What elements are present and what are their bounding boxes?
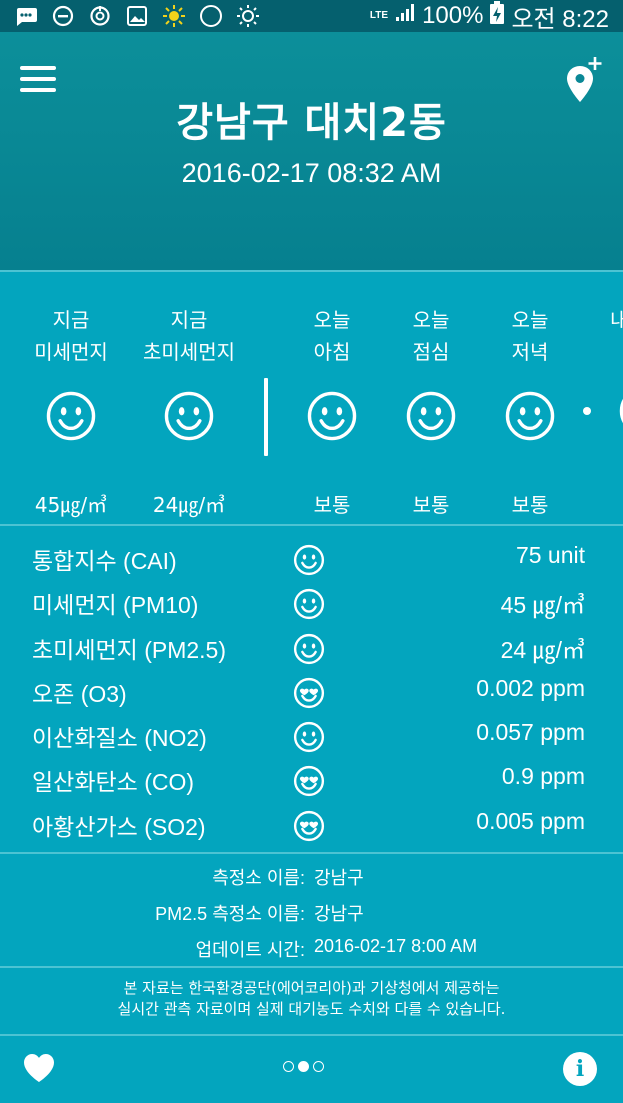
forecast-item: 지금 미세먼지 45㎍/㎥ <box>11 304 131 517</box>
notice-line-1: 본 자료는 한국환경공단(에어코리아)과 기상청에서 제공하는 <box>123 979 500 997</box>
forecast-strip[interactable]: 지금 미세먼지 45㎍/㎥ 지금 초미세먼지 24㎍/㎥ 오늘 아침 보통 오늘… <box>0 270 623 526</box>
hamburger-icon <box>20 66 56 70</box>
status-time: 오전 8:22 <box>511 5 609 33</box>
pollutant-value: 75 unit <box>515 542 585 568</box>
pollutant-row-o3: 오존 (O3) 0.002 ppm <box>0 669 623 713</box>
pollutant-name: 통합지수 (CAI) <box>32 548 177 574</box>
forecast-label-1: 지금 <box>170 308 208 332</box>
pollutant-value: 0.9 ppm <box>501 763 585 790</box>
forecast-item: 오늘 저녁 보통 <box>470 304 590 517</box>
battery-percent: 100% <box>422 2 484 29</box>
battery-charging-icon <box>489 0 505 32</box>
location-datetime: 2016-02-17 08:32 AM <box>181 158 442 188</box>
pollutant-name: 일산화탄소 (CO) <box>32 769 195 796</box>
update-time-row: 업데이트 시간: 2016-02-17 8:00 AM <box>0 936 623 964</box>
image-icon <box>125 4 149 28</box>
forecast-label-2: 미세먼지 <box>34 340 108 364</box>
pollutant-value: 0.005 ppm <box>476 807 585 834</box>
forecast-divider <box>264 378 268 456</box>
pollutant-row-co: 일산화탄소 (CO) 0.9 ppm <box>0 757 623 801</box>
forecast-label-1: 오늘 <box>511 308 549 332</box>
pollutant-list: 통합지수 (CAI) 75 unit 미세먼지 (PM10) 45 ㎍/㎥ 초미… <box>0 536 623 846</box>
pollutant-name: 이산화질소 (NO2) <box>32 725 207 752</box>
location-title: 강남구 대치2동 <box>176 100 447 146</box>
smile-face-icon <box>293 721 325 753</box>
page-indicator[interactable] <box>283 1061 324 1072</box>
page-dot-active[interactable] <box>298 1061 309 1072</box>
forecast-value: 45㎍/㎥ <box>34 493 108 517</box>
smile-face-icon <box>618 385 623 437</box>
forecast-label-partial: 내 <box>610 304 623 336</box>
pollutant-row-pm10: 미세먼지 (PM10) 45 ㎍/㎥ <box>0 580 623 624</box>
signal-icon <box>394 2 416 30</box>
pollutant-value: 0.002 ppm <box>476 674 585 701</box>
update-time-label: 업데이트 시간: <box>195 940 305 960</box>
sun-icon <box>162 4 186 28</box>
network-type: LTE <box>369 10 389 21</box>
forecast-value: 보통 <box>511 493 549 517</box>
love-face-icon <box>293 810 325 842</box>
smile-face-icon <box>293 544 325 576</box>
pollutant-row-cai: 통합지수 (CAI) 75 unit <box>0 536 623 580</box>
pm25-station-label: PM2.5 측정소 이름: <box>155 904 305 924</box>
station-row: 측정소 이름: 강남구 <box>0 864 623 892</box>
pollutant-name: 오존 (O3) <box>32 680 127 707</box>
smile-face-icon <box>45 390 97 442</box>
pollutant-row-pm25: 초미세먼지 (PM2.5) 24 ㎍/㎥ <box>0 625 623 669</box>
message-icon <box>14 4 38 28</box>
pm25-station-row: PM2.5 측정소 이름: 강남구 <box>0 900 623 928</box>
smile-face-icon <box>405 390 457 442</box>
forecast-separator-dot <box>583 407 591 415</box>
info-button[interactable]: i <box>563 1052 597 1086</box>
smile-face-icon <box>293 588 325 620</box>
hamburger-icon <box>20 77 56 81</box>
love-face-icon <box>293 677 325 709</box>
brightness-icon <box>236 4 260 28</box>
status-icons <box>14 4 260 28</box>
cai-icon <box>199 4 223 28</box>
pollutant-value: 45 ㎍/㎥ <box>500 592 585 619</box>
pollutant-row-so2: 아황산가스 (SO2) 0.005 ppm <box>0 802 623 846</box>
smile-face-icon <box>293 633 325 665</box>
page-dot[interactable] <box>313 1061 324 1072</box>
smile-face-icon <box>306 390 358 442</box>
favorite-button[interactable] <box>22 1052 56 1084</box>
pollutant-name: 초미세먼지 (PM2.5) <box>32 636 226 663</box>
pm25-station-value: 강남구 <box>314 904 364 924</box>
forecast-label-1: 지금 <box>52 308 90 332</box>
minus-circle-icon <box>51 4 75 28</box>
page-dot[interactable] <box>283 1061 294 1072</box>
smile-face-icon <box>504 390 556 442</box>
data-source-notice: 본 자료는 한국환경공단(에어코리아)과 기상청에서 제공하는 실시간 관측 자… <box>0 978 623 1020</box>
status-right: LTE 100% 오전 8:22 <box>370 0 609 34</box>
pollutant-name: 아황산가스 (SO2) <box>32 813 206 840</box>
status-bar: LTE 100% 오전 8:22 <box>0 0 623 34</box>
update-time-value: 2016-02-17 8:00 AM <box>314 936 478 956</box>
pollutant-value: 24 ㎍/㎥ <box>500 636 585 663</box>
pollutant-name: 미세먼지 (PM10) <box>32 592 199 619</box>
pollutant-row-no2: 이산화질소 (NO2) 0.057 ppm <box>0 713 623 757</box>
love-face-icon <box>293 765 325 797</box>
station-info: 측정소 이름: 강남구 PM2.5 측정소 이름: 강남구 업데이트 시간: 2… <box>0 852 623 968</box>
station-label: 측정소 이름: <box>212 868 305 888</box>
station-value: 강남구 <box>314 868 364 888</box>
location-header: 강남구 대치2동 2016-02-17 08:32 AM <box>0 32 623 270</box>
forecast-value: 24㎍/㎥ <box>152 493 226 517</box>
heart-icon <box>24 1054 54 1082</box>
pollutant-value: 0.057 ppm <box>476 719 585 746</box>
notice-line-2: 실시간 관측 자료이며 실제 대기농도 수치와 다를 수 있습니다. <box>117 1000 506 1018</box>
smile-face-icon <box>163 390 215 442</box>
forecast-item: 지금 초미세먼지 24㎍/㎥ <box>129 304 249 517</box>
forecast-label-2: 저녁 <box>511 340 549 364</box>
sync-icon <box>88 4 112 28</box>
forecast-label-2: 초미세먼지 <box>143 340 235 364</box>
divider <box>0 1034 623 1036</box>
